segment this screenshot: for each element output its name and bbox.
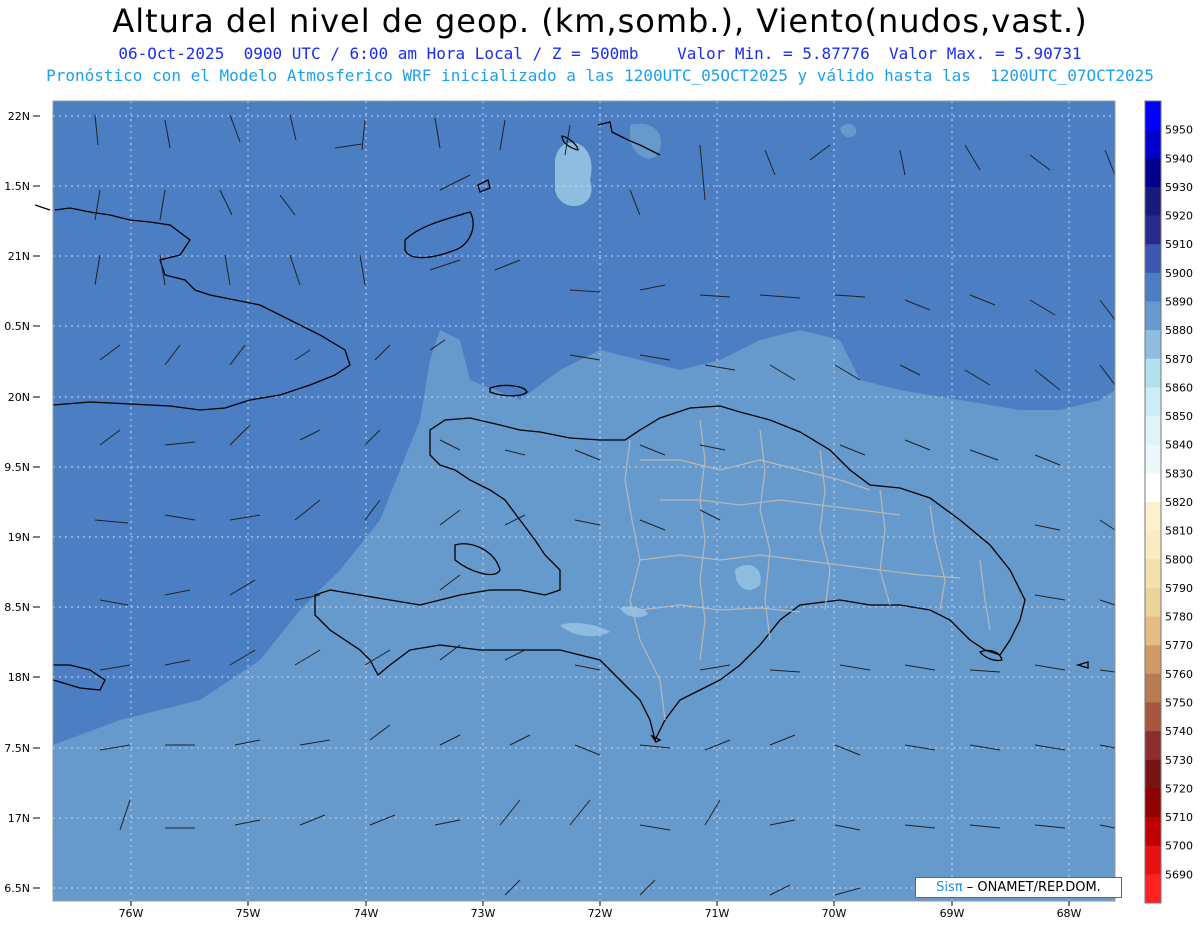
colorbar-label: 5930 bbox=[1165, 181, 1193, 194]
colorbar-swatch bbox=[1145, 272, 1161, 302]
colorbar-label: 5860 bbox=[1165, 381, 1193, 394]
colorbar-label: 5690 bbox=[1165, 868, 1193, 881]
colorbar-swatch bbox=[1145, 129, 1161, 159]
colorbar-swatch bbox=[1145, 874, 1161, 904]
colorbar-swatch bbox=[1145, 444, 1161, 474]
lon-label: 68W bbox=[1057, 907, 1082, 920]
lon-label: 73W bbox=[471, 907, 496, 920]
colorbar-label: 5880 bbox=[1165, 324, 1193, 337]
colorbar-label: 5910 bbox=[1165, 238, 1193, 251]
colorbar-swatch bbox=[1145, 101, 1161, 131]
colorbar-swatch bbox=[1145, 186, 1161, 217]
lat-label: 21N bbox=[8, 250, 30, 263]
credit-sis: Sisπ bbox=[936, 880, 963, 895]
colorbar-swatch bbox=[1145, 673, 1161, 703]
colorbar-swatch bbox=[1145, 502, 1161, 532]
colorbar-swatch bbox=[1145, 473, 1161, 503]
colorbar-swatch bbox=[1145, 559, 1161, 589]
colorbar-swatch bbox=[1145, 759, 1161, 789]
lon-label: 72W bbox=[588, 907, 613, 920]
colorbar-label: 5810 bbox=[1165, 525, 1193, 538]
colorbar-label: 5900 bbox=[1165, 267, 1193, 280]
colorbar-label: 5770 bbox=[1165, 639, 1193, 652]
colorbar-swatch bbox=[1145, 845, 1161, 875]
colorbar-label: 5720 bbox=[1165, 782, 1193, 795]
colorbar-swatch bbox=[1145, 788, 1161, 818]
lat-axis: 22N 1.5N 21N 0.5N 20N 9.5N 19N 8.5N 18N … bbox=[4, 110, 40, 895]
credit-text: – ONAMET/REP.DOM. bbox=[966, 880, 1101, 895]
coast-bahamas-west bbox=[34, 204, 51, 211]
colorbar-label: 5740 bbox=[1165, 725, 1193, 738]
colorbar-label: 5850 bbox=[1165, 410, 1193, 423]
colorbar-swatch bbox=[1145, 301, 1161, 331]
lat-label: 18N bbox=[8, 671, 30, 684]
colorbar-swatch bbox=[1145, 817, 1161, 847]
colorbar-swatch bbox=[1145, 330, 1161, 360]
colorbar-label: 5840 bbox=[1165, 439, 1193, 452]
colorbar-swatch bbox=[1145, 416, 1161, 446]
lat-label: 9.5N bbox=[4, 461, 30, 474]
lon-label: 75W bbox=[236, 907, 261, 920]
lat-label: 0.5N bbox=[4, 320, 30, 333]
lon-axis: 76W 75W 74W 73W 72W 71W 70W 69W 68W bbox=[119, 901, 1082, 920]
colorbar-label: 5890 bbox=[1165, 296, 1193, 309]
colorbar-label: 5760 bbox=[1165, 668, 1193, 681]
weather-map: 22N 1.5N 21N 0.5N 20N 9.5N 19N 8.5N 18N … bbox=[4, 100, 1193, 920]
lon-label: 71W bbox=[705, 907, 730, 920]
colorbar-label: 5750 bbox=[1165, 697, 1193, 710]
lon-label: 70W bbox=[822, 907, 847, 920]
lat-label: 22N bbox=[8, 110, 30, 123]
lon-label: 74W bbox=[354, 907, 379, 920]
lat-label: 20N bbox=[8, 391, 30, 404]
colorbar-label: 5800 bbox=[1165, 553, 1193, 566]
colorbar-label: 5700 bbox=[1165, 840, 1193, 853]
map-plot bbox=[34, 100, 1116, 902]
colorbar-label: 5790 bbox=[1165, 582, 1193, 595]
colorbar-swatch bbox=[1145, 587, 1161, 618]
lon-label: 69W bbox=[940, 907, 965, 920]
lat-label: 8.5N bbox=[4, 601, 30, 614]
lat-label: 19N bbox=[8, 531, 30, 544]
colorbar-swatch bbox=[1145, 616, 1161, 646]
colorbar-label: 5820 bbox=[1165, 496, 1193, 509]
colorbar-label: 5830 bbox=[1165, 467, 1193, 480]
colorbar-swatch bbox=[1145, 358, 1161, 388]
colorbar: 5950 5940 5930 5920 5910 5900 5890 5880 5870 5860… bbox=[1144, 100, 1193, 904]
lat-label: 17N bbox=[8, 812, 30, 825]
lat-label: 6.5N bbox=[4, 882, 30, 895]
colorbar-swatch bbox=[1145, 702, 1161, 732]
lon-label: 76W bbox=[119, 907, 144, 920]
colorbar-label: 5940 bbox=[1165, 152, 1193, 165]
colorbar-swatch bbox=[1145, 387, 1161, 417]
credit-box: Sisπ – ONAMET/REP.DOM. bbox=[915, 877, 1122, 898]
colorbar-label: 5870 bbox=[1165, 353, 1193, 366]
colorbar-label: 5730 bbox=[1165, 754, 1193, 767]
colorbar-label: 5710 bbox=[1165, 811, 1193, 824]
lat-label: 7.5N bbox=[4, 742, 30, 755]
colorbar-swatch bbox=[1145, 215, 1161, 245]
colorbar-label: 5780 bbox=[1165, 611, 1193, 624]
colorbar-swatch bbox=[1145, 244, 1161, 274]
colorbar-swatch bbox=[1145, 645, 1161, 675]
colorbar-swatch bbox=[1145, 158, 1161, 188]
colorbar-swatch bbox=[1145, 731, 1161, 761]
geopotential-band-5870-a bbox=[555, 142, 592, 207]
lat-label: 1.5N bbox=[4, 180, 30, 193]
colorbar-label: 5920 bbox=[1165, 210, 1193, 223]
colorbar-label: 5950 bbox=[1165, 124, 1193, 137]
colorbar-swatch bbox=[1145, 530, 1161, 560]
